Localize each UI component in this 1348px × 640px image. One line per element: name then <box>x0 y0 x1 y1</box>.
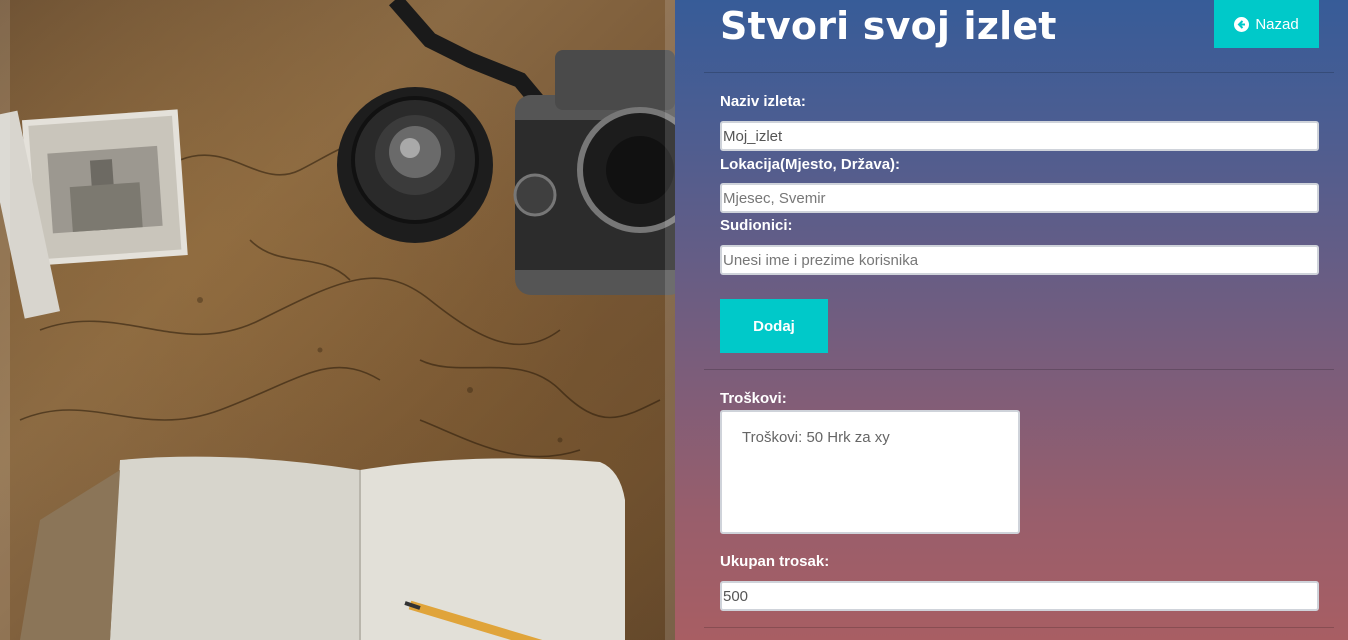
divider <box>704 369 1334 370</box>
costs-textarea[interactable]: Troškovi: 50 Hrk za xy <box>720 410 1020 534</box>
back-button-label: Nazad <box>1255 15 1299 33</box>
total-cost-label: Ukupan trosak: <box>720 553 830 570</box>
arrow-circle-left-icon <box>1234 16 1250 32</box>
trip-form-panel: Stvori svoj izlet Nazad Naziv izleta: Lo… <box>675 0 1348 640</box>
back-button[interactable]: Nazad <box>1214 0 1319 48</box>
page-title: Stvori svoj izlet <box>720 4 1057 48</box>
location-label: Lokacija(Mjesto, Država): <box>720 156 901 173</box>
background-photo <box>0 0 675 640</box>
edge-highlight <box>665 0 675 640</box>
total-cost-input[interactable] <box>720 581 1319 611</box>
trip-name-label: Naziv izleta: <box>720 93 806 110</box>
add-participant-button[interactable]: Dodaj <box>720 299 828 353</box>
participants-input[interactable] <box>720 245 1319 275</box>
edge-highlight <box>0 0 10 640</box>
trip-name-input[interactable] <box>720 121 1319 151</box>
divider <box>704 627 1334 628</box>
location-input[interactable] <box>720 183 1319 213</box>
travel-desk-illustration <box>0 0 675 640</box>
participants-label: Sudionici: <box>720 217 793 234</box>
costs-label: Troškovi: <box>720 390 787 407</box>
divider <box>704 72 1334 73</box>
